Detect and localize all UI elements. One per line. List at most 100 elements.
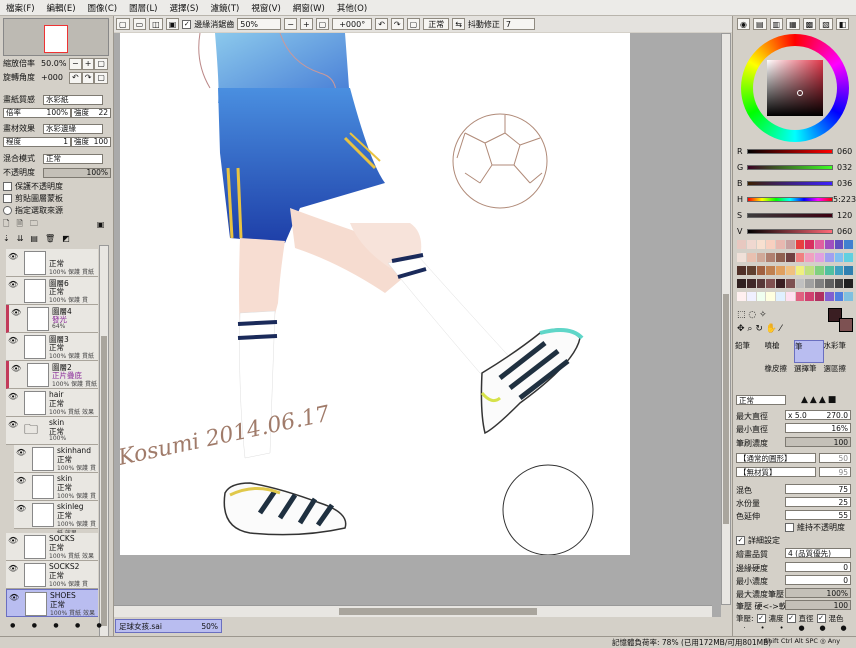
water-slider[interactable]: 25 — [785, 497, 851, 507]
pressure-mix-checkbox[interactable]: ✓ — [816, 614, 826, 623]
brush-pen[interactable]: 筆 — [794, 340, 824, 363]
color-swatch[interactable] — [824, 279, 834, 288]
layer-row[interactable]: 👁skinleg正常100% 保護 貫紙 效果 — [14, 501, 98, 537]
menu-select[interactable]: 選擇(S) — [170, 2, 199, 14]
layer-row[interactable]: 👁SOCKS2正常100% 保護 貫紙... — [6, 561, 98, 597]
visibility-eye-icon[interactable]: 👁 — [16, 448, 26, 457]
max-density-pressure-slider[interactable]: 100% — [785, 588, 851, 598]
color-swatch[interactable] — [776, 279, 785, 288]
color-swatch[interactable] — [844, 240, 853, 249]
secondary-color-swatch[interactable] — [839, 318, 853, 332]
zoom-out-button[interactable]: − — [284, 18, 297, 30]
brush-shape-strength[interactable]: 50 — [819, 453, 851, 463]
show-button[interactable]: ▣ — [165, 18, 180, 30]
color-swatch[interactable] — [834, 240, 844, 249]
swatch-grid[interactable] — [737, 240, 853, 304]
hand-icon[interactable]: ✋ — [766, 324, 777, 334]
nav-zoom-out[interactable]: − — [69, 57, 82, 70]
color-swatch[interactable] — [756, 292, 766, 301]
nav-rotate-reset[interactable]: ▢ — [94, 71, 108, 84]
texture-select[interactable]: 【無材質】 — [736, 467, 816, 477]
color-swatch[interactable] — [805, 266, 814, 275]
opacity-slider[interactable]: 100% — [43, 167, 111, 178]
eyedropper-icon[interactable]: ⁄ — [780, 324, 782, 334]
magic-wand-icon[interactable]: ✧ — [759, 310, 767, 320]
color-wheel[interactable] — [741, 34, 849, 142]
document-tab[interactable]: 足球女孩.sai 50% — [115, 619, 222, 633]
rotate-reset-button[interactable]: ▢ — [406, 18, 421, 30]
menu-view[interactable]: 視窗(V) — [251, 2, 280, 14]
hsv-tab-icon[interactable]: ▥ — [769, 18, 784, 30]
color-swatch[interactable] — [805, 292, 814, 301]
edge-hardness-slider[interactable]: 0 — [785, 562, 851, 572]
color-swatch[interactable] — [737, 266, 746, 275]
color-swatch[interactable] — [815, 240, 824, 249]
new-folder-icon[interactable]: 🗀 — [30, 218, 38, 232]
menu-filter[interactable]: 濾鏡(T) — [211, 2, 240, 14]
quality-select[interactable]: 4 (品質優先) — [785, 548, 851, 558]
blend-mode-select[interactable]: 正常 — [43, 153, 103, 164]
color-swatch[interactable] — [795, 266, 805, 275]
trash-icon[interactable]: 🗑 — [45, 234, 55, 243]
gradient-tab-icon[interactable]: ▦ — [786, 18, 800, 30]
visibility-eye-icon[interactable]: 👁 — [8, 280, 18, 289]
canvas-hscrollbar[interactable] — [114, 605, 712, 617]
mix-slider[interactable]: 75 — [785, 484, 851, 494]
brush-select-pen[interactable]: 選擇筆 — [794, 363, 824, 384]
color-swatch[interactable] — [766, 266, 775, 275]
color-swatch[interactable] — [776, 253, 785, 262]
color-swatch[interactable] — [776, 240, 785, 249]
visibility-eye-icon[interactable]: 👁 — [8, 564, 18, 573]
stabilizer-select[interactable]: 7 — [502, 18, 535, 30]
scratch-tab-icon[interactable]: ▧ — [819, 18, 833, 30]
layer-row[interactable]: 👁圖層2正片疊底100% 保護 貫紙 效果 — [6, 361, 98, 397]
blend-select[interactable]: 正常 — [423, 18, 450, 30]
mask-icon[interactable]: ◩ — [62, 234, 70, 243]
paper-select[interactable]: 水彩紙 — [43, 94, 103, 105]
color-swatch[interactable] — [795, 253, 805, 262]
h-slider[interactable] — [747, 197, 833, 202]
clear-layer-icon[interactable]: ▤ — [30, 234, 38, 243]
menu-layer[interactable]: 圖層(L) — [129, 2, 157, 14]
menu-window[interactable]: 網窗(W) — [293, 2, 325, 14]
r-slider[interactable] — [747, 149, 833, 154]
color-swatch[interactable] — [746, 240, 756, 249]
color-swatch[interactable] — [756, 240, 766, 249]
color-swatch[interactable] — [785, 266, 795, 275]
brush-mode-select[interactable]: 正常 — [736, 395, 786, 405]
layer-row[interactable]: 👁 圖層4 發光 64% — [6, 305, 98, 333]
visibility-eye-icon[interactable]: 👁 — [11, 364, 21, 373]
b-slider[interactable] — [747, 181, 833, 186]
color-swatch[interactable] — [815, 253, 824, 262]
min-size-slider[interactable]: 16% — [785, 423, 851, 433]
paper-strength-slider[interactable]: 強度 22 — [71, 107, 111, 118]
visibility-eye-icon[interactable]: 👁 — [8, 336, 18, 345]
move-icon[interactable]: ✥ — [737, 324, 745, 334]
brush-airbrush[interactable]: 噴槍 — [765, 340, 795, 363]
color-swatch[interactable] — [805, 253, 814, 262]
layer-row[interactable]: 👁skin正常100% 保護 貫紙... — [14, 473, 98, 509]
nav-zoom-reset[interactable]: ▢ — [94, 57, 108, 70]
invert-button[interactable]: ◫ — [149, 18, 163, 30]
effect-select[interactable]: 水彩邊緣 — [43, 123, 103, 134]
color-swatch[interactable] — [844, 292, 853, 301]
zoom-select[interactable]: 50% — [237, 18, 282, 30]
layer-row[interactable]: 👁 SOCKS 正常 100% 貫紙 效果 — [6, 533, 98, 561]
new-layer-icon[interactable]: 🗋 — [3, 218, 9, 232]
color-swatch[interactable] — [785, 253, 795, 262]
color-swatch[interactable] — [824, 292, 834, 301]
color-swatch[interactable] — [746, 279, 756, 288]
rect-select-icon[interactable]: ⬚ — [737, 310, 746, 320]
color-swatch[interactable] — [766, 253, 775, 262]
color-swatch[interactable] — [815, 279, 824, 288]
rotate-select[interactable]: +000° — [332, 18, 373, 30]
layer-row[interactable]: 👁 hair 正常 100% 貫紙 效果 — [6, 389, 98, 417]
select-all-button[interactable]: ▢ — [116, 18, 130, 30]
color-swatch[interactable] — [824, 253, 834, 262]
brush-select-eraser[interactable]: 選區擦 — [824, 363, 854, 384]
color-swatch[interactable] — [805, 240, 814, 249]
color-swatch[interactable] — [834, 279, 844, 288]
brush-pencil[interactable]: 鉛筆 — [735, 340, 765, 363]
delete-layer-icon[interactable]: ▣ — [97, 220, 105, 229]
selection-source-radio[interactable] — [3, 206, 12, 215]
